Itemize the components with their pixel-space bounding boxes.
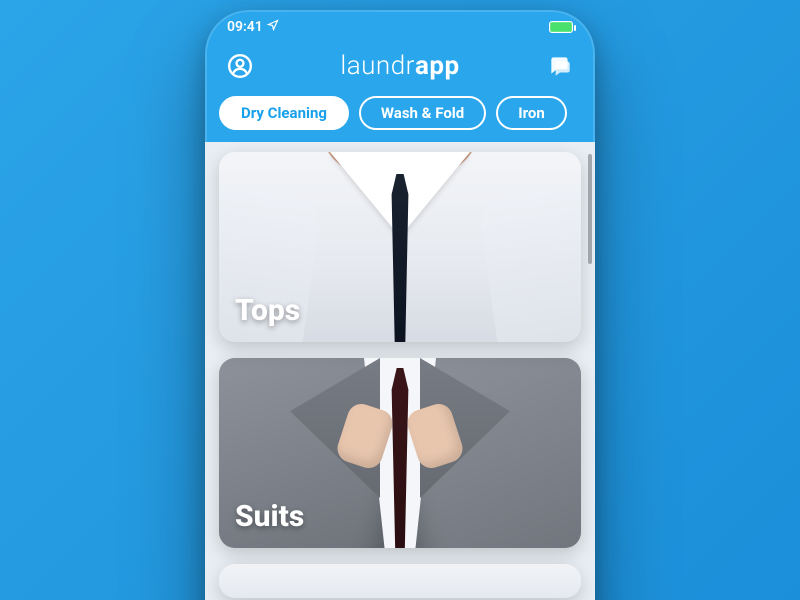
scroll-indicator	[588, 154, 592, 264]
status-bar: 09:41	[205, 10, 595, 44]
location-icon	[267, 19, 279, 35]
status-time: 09:41	[227, 19, 263, 35]
category-card-next[interactable]	[219, 564, 581, 598]
brand-light: laundr	[340, 51, 415, 81]
category-label: Tops	[235, 293, 300, 328]
battery-icon	[549, 21, 573, 33]
brand-bold: app	[415, 51, 460, 81]
tab-wash-and-fold[interactable]: Wash & Fold	[359, 96, 486, 130]
category-card-suits[interactable]: Suits	[219, 358, 581, 548]
category-card-tops[interactable]: Tops	[219, 152, 581, 342]
tab-label: Dry Cleaning	[241, 104, 327, 122]
illustration	[478, 185, 581, 342]
category-label: Suits	[235, 499, 304, 534]
chat-button[interactable]	[543, 49, 577, 83]
tab-label: Wash & Fold	[381, 104, 464, 122]
phone-frame: 09:41 laundrapp Dry Cleaning Wash & Fold	[205, 10, 595, 600]
app-title: laundrapp	[340, 51, 459, 81]
tab-dry-cleaning[interactable]: Dry Cleaning	[219, 96, 349, 130]
tab-label: Iron	[518, 104, 545, 122]
category-list[interactable]: Tops Suits	[205, 142, 595, 600]
tab-iron[interactable]: Iron	[496, 96, 567, 130]
profile-button[interactable]	[223, 49, 257, 83]
app-header: laundrapp	[205, 44, 595, 88]
service-tabs: Dry Cleaning Wash & Fold Iron	[205, 88, 595, 142]
